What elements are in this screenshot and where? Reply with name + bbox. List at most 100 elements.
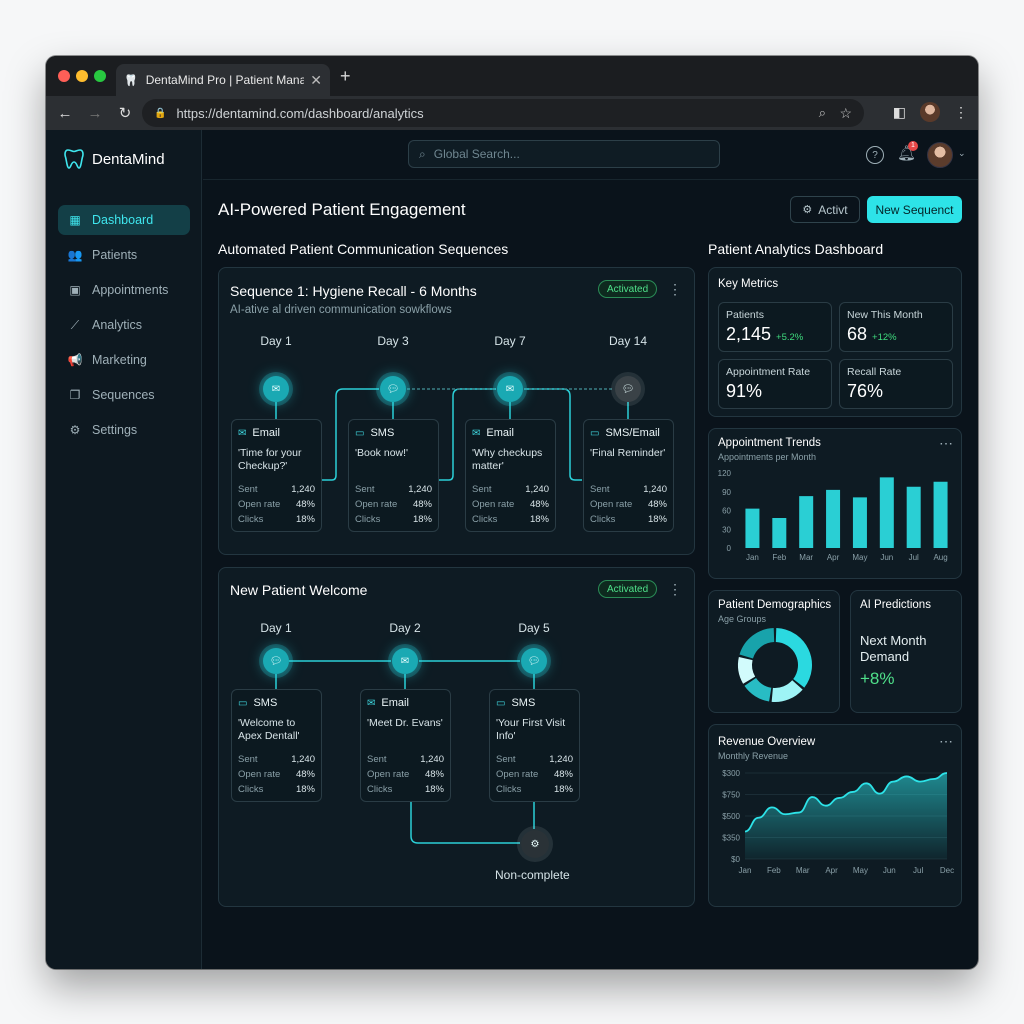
y-tick-label: 0 (727, 544, 732, 553)
zoom-icon[interactable]: ⌕ (819, 105, 826, 121)
metric-value: 76% (847, 381, 884, 401)
gear-icon: ⚙ (69, 423, 81, 437)
step-channel: SMS (511, 697, 536, 709)
sequence-step-card[interactable]: ▭ SMS 'Your First Visit Info' Sent 1,240 O… (489, 689, 580, 802)
panel-subtitle: Appointments per Month (718, 452, 817, 462)
brand-logo[interactable]: DentaMind (64, 148, 165, 170)
donut-slice (744, 677, 772, 702)
bookmark-star-icon[interactable]: ☆ (839, 105, 852, 122)
sms-icon[interactable]: 💬︎ (380, 376, 406, 402)
stat-label: Sent (472, 484, 492, 495)
close-window-button[interactable] (58, 70, 70, 82)
url-text: https://dentamind.com/dashboard/analytic… (176, 105, 424, 121)
global-search-input[interactable]: ⌕ Global Search... (408, 140, 720, 168)
sms-icon[interactable]: 💬︎ (521, 648, 547, 674)
stat-value: 48% (553, 769, 573, 780)
stat-value: 18% (295, 514, 315, 525)
panel-title: Revenue Overview (718, 736, 816, 748)
profile-avatar[interactable] (920, 102, 940, 122)
minimize-window-button[interactable] (76, 70, 88, 82)
metric-value: 2,145 (726, 324, 772, 344)
y-tick-label: $750 (722, 791, 740, 800)
donut-slice (739, 628, 775, 659)
stat-value: 1,240 (291, 754, 315, 765)
stat-label: Sent (355, 484, 375, 495)
stat-value: 18% (412, 514, 432, 525)
step-message: 'Book now!' (355, 447, 409, 459)
donut-slice (771, 679, 803, 702)
tooth-logo-icon (64, 149, 84, 169)
email-icon[interactable]: ✉ (497, 376, 523, 402)
x-tick-label: Jun (880, 553, 893, 562)
sequence-2-panel: New Patient Welcome Activated ⋮ Day 1 Da… (218, 567, 695, 907)
sidebar-item-settings[interactable]: ⚙ Settings (58, 415, 190, 445)
menu-kebab-icon[interactable]: ⋮ (954, 104, 968, 121)
copy-icon: ❐ (69, 388, 81, 402)
help-icon[interactable]: ? (866, 146, 884, 164)
browser-tab[interactable]: 🦷 DentaMind Pro | Patient Manag ✕ (116, 64, 330, 96)
sidebar-item-analytics[interactable]: ⟋ Analytics (58, 310, 190, 340)
sms-icon[interactable]: 💬︎ (263, 648, 289, 674)
sequence-step-card[interactable]: ▭ SMS 'Welcome to Apex Dentall' Sent 1,240… (231, 689, 322, 802)
x-tick-label: May (853, 866, 868, 875)
email-icon[interactable]: ✉ (392, 648, 418, 674)
close-tab-icon[interactable]: ✕ (310, 72, 322, 89)
appointment-trends-chart: 120 90 60 30 0 Jan Feb Mar Apr May Jun Jul Aug (718, 469, 948, 562)
stat-label: Open rate (238, 499, 281, 510)
step-message: 'Why checkups matter' (472, 447, 543, 472)
stat-label: Open rate (355, 499, 398, 510)
new-sequence-button[interactable]: New Sequenct (867, 196, 962, 223)
gear-icon[interactable]: ⚙ (521, 830, 549, 858)
sidebar-toggle-icon[interactable]: ◧ (893, 104, 906, 121)
x-tick-label: May (852, 553, 867, 562)
y-tick-label: $350 (722, 834, 740, 843)
sidebar-item-dashboard[interactable]: ▦ Dashboard (58, 205, 190, 235)
user-avatar[interactable] (927, 142, 953, 168)
sequence-step-card[interactable]: ✉ Email 'Why checkups matter' Sent 1,240 O… (465, 419, 556, 532)
stat-value: 1,240 (549, 754, 573, 765)
sidebar-item-label: Sequences (92, 388, 155, 402)
chevron-down-icon[interactable]: ⌄ (958, 148, 966, 159)
sequence-step-card[interactable]: ▭ SMS/Email 'Final Reminder' Sent 1,240 Op… (583, 419, 674, 532)
revenue-panel: Revenue Overview Monthly Revenue ⋯ $300 $… (708, 724, 962, 907)
email-icon[interactable]: ✉ (263, 376, 289, 402)
activate-button[interactable]: ⚙ Activt (790, 196, 860, 223)
url-field[interactable]: 🔒 https://dentamind.com/dashboard/analyt… (142, 99, 864, 127)
sms-icon: ▭ (496, 697, 506, 709)
stat-label: Clicks (367, 784, 393, 795)
stat-label: Sent (238, 484, 258, 495)
stat-value: 48% (424, 769, 444, 780)
trend-icon: ⟋ (70, 317, 80, 332)
sms-icon[interactable]: 💬︎ (615, 376, 641, 402)
x-tick-label: Feb (767, 866, 781, 875)
tab-title: DentaMind Pro | Patient Manag (145, 73, 305, 87)
email-icon: ✉ (472, 427, 481, 439)
stat-value: 48% (295, 769, 315, 780)
sidebar-item-label: Appointments (92, 283, 169, 297)
analytics-section-title: Patient Analytics Dashboard (708, 241, 884, 257)
reload-icon[interactable]: ↻ (114, 104, 136, 122)
brand-name: DentaMind (92, 150, 165, 168)
sequence-step-card[interactable]: ✉ Email 'Meet Dr. Evans' Sent 1,240 Open r… (360, 689, 451, 802)
x-tick-label: Mar (799, 553, 813, 562)
address-bar-row: ← → ↻ 🔒 https://dentamind.com/dashboard/… (46, 96, 978, 130)
y-tick-label: 60 (722, 507, 731, 516)
stat-value: 48% (647, 499, 667, 510)
new-tab-button[interactable]: + (340, 66, 351, 87)
sidebar-item-appointments[interactable]: ▣ Appointments (58, 275, 190, 305)
x-tick-label: Jul (913, 866, 923, 875)
maximize-window-button[interactable] (94, 70, 106, 82)
search-placeholder: Global Search... (433, 147, 520, 161)
sidebar-item-sequences[interactable]: ❐ Sequences (58, 380, 190, 410)
step-channel: SMS/Email (605, 427, 660, 439)
back-icon[interactable]: ← (54, 105, 76, 122)
tooth-favicon-icon: 🦷 (124, 74, 138, 87)
sidebar-item-patients[interactable]: 👥 Patients (58, 240, 190, 270)
sidebar-item-marketing[interactable]: 📢 Marketing (58, 345, 190, 375)
more-options-icon[interactable]: ⋯ (939, 435, 953, 452)
forward-icon[interactable]: → (84, 105, 106, 122)
sequence-step-card[interactable]: ✉ Email 'Time for your Checkup?' Sent 1,24… (231, 419, 322, 532)
metric-label: New This Month (847, 309, 923, 321)
sequence-step-card[interactable]: ▭ SMS 'Book now!' Sent 1,240 Open rate 48% … (348, 419, 439, 532)
more-options-icon[interactable]: ⋯ (939, 733, 953, 750)
